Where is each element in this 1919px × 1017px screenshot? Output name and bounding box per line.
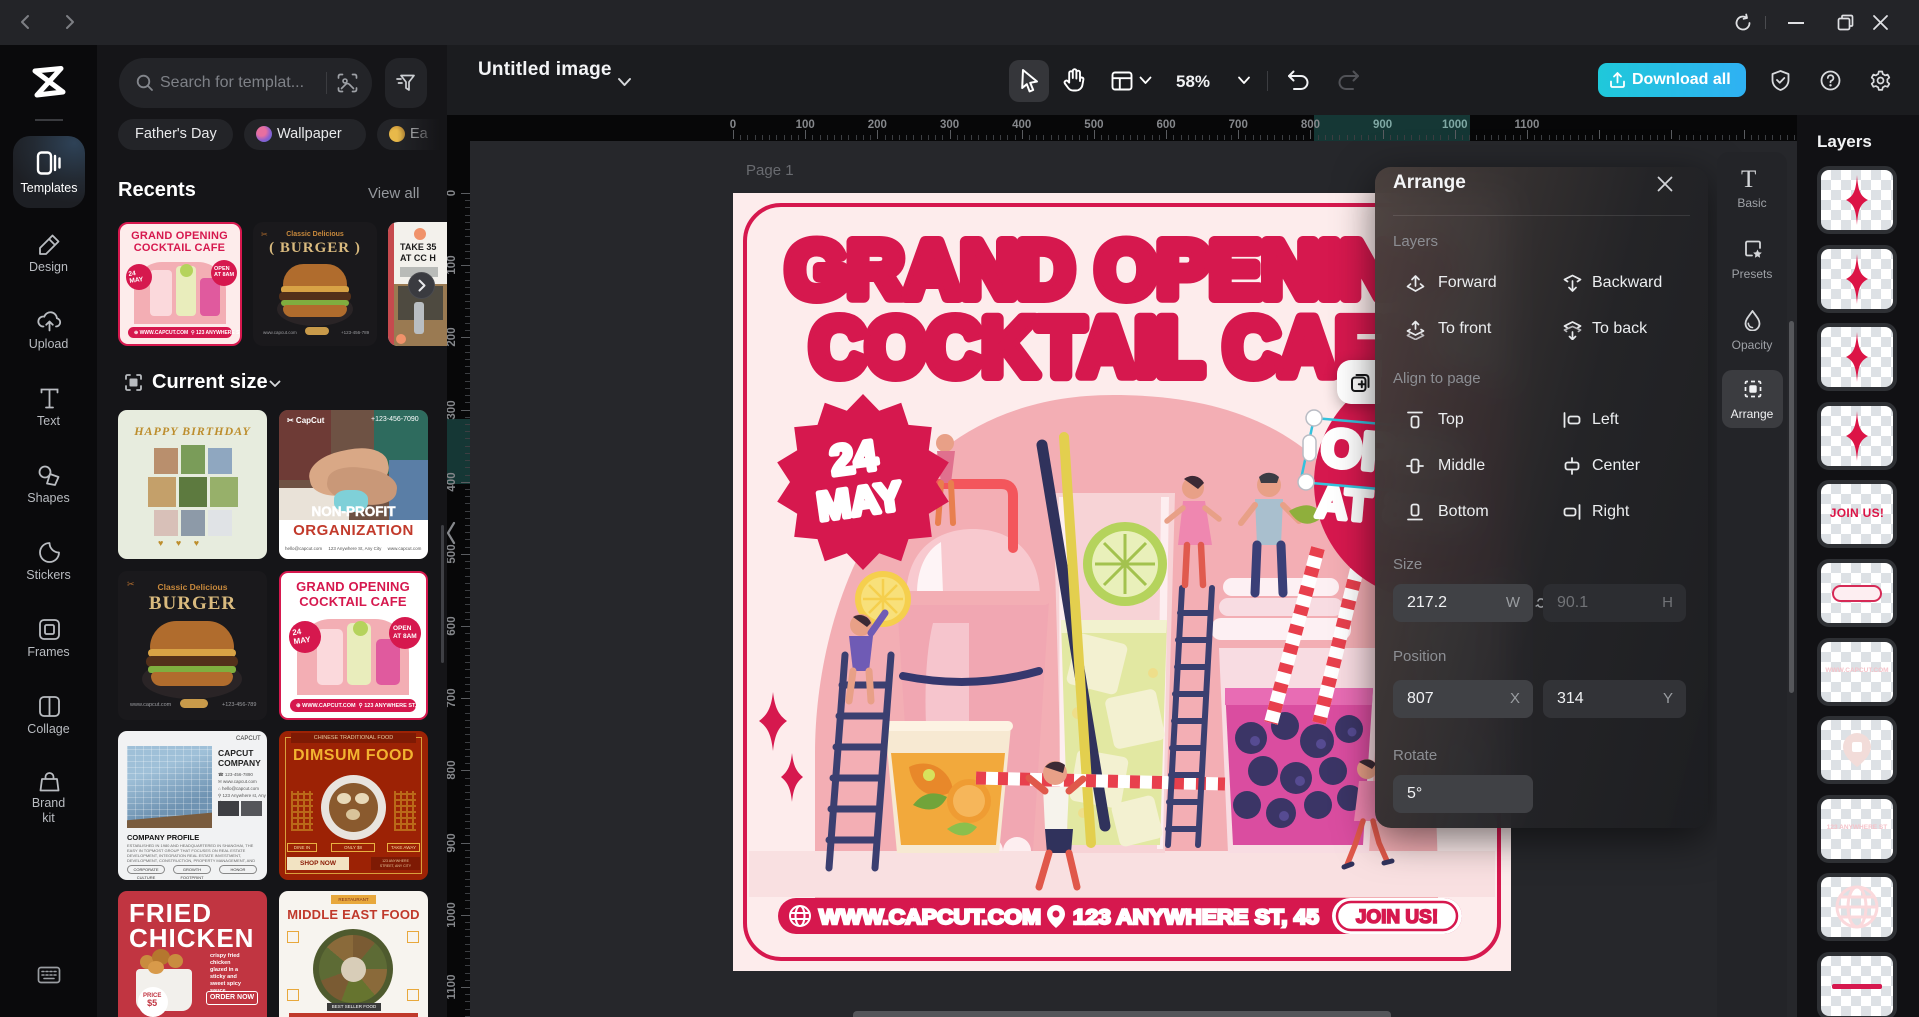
svg-text:123 ANYWHERE ST, 45: 123 ANYWHERE ST, 45 <box>1073 906 1319 929</box>
svg-text:JOIN US!: JOIN US! <box>1356 907 1438 928</box>
svg-text:GRAND OPENING: GRAND OPENING <box>786 225 1458 314</box>
svg-text:WWW.CAPCUT.COM: WWW.CAPCUT.COM <box>819 906 1041 929</box>
svg-text:24: 24 <box>827 431 880 484</box>
